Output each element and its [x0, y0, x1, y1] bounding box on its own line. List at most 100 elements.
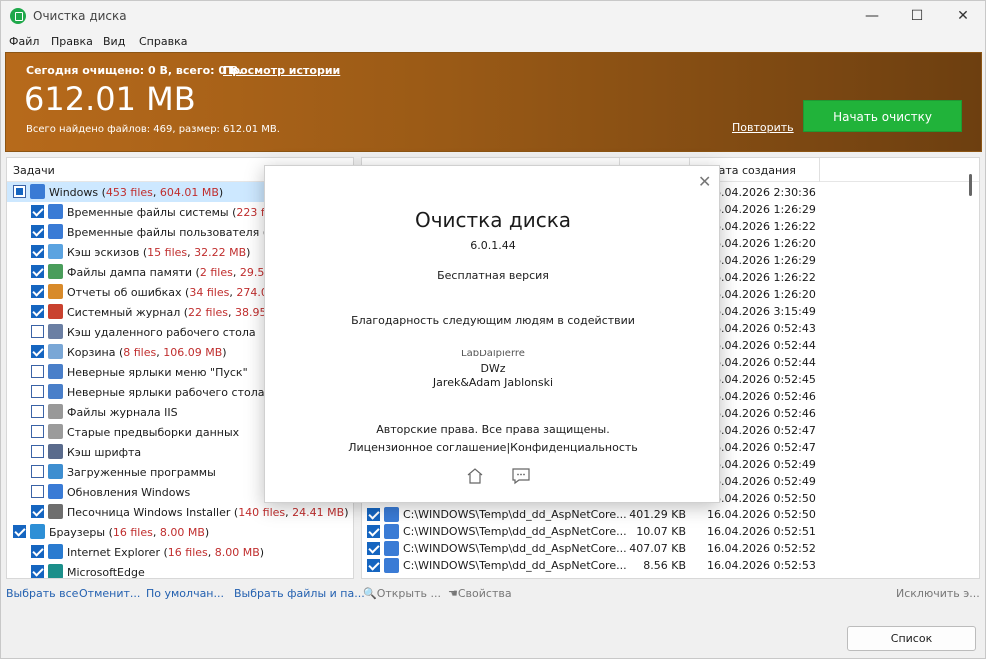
task-checkbox[interactable]: [13, 185, 26, 198]
task-item[interactable]: MicrosoftEdge: [7, 562, 353, 579]
task-label: Файлы дампа памяти (2 files, 29.50 MB): [67, 266, 296, 279]
task-label: Internet Explorer (16 files, 8.00 MB): [67, 546, 265, 559]
disk-cleanup-app-icon: [10, 8, 26, 24]
task-checkbox[interactable]: [31, 505, 44, 518]
task-label: Системный журнал (22 files, 38.95 MB): [67, 306, 291, 319]
task-label: Кэш удаленного рабочего стола: [67, 326, 256, 339]
windows-icon: [384, 507, 399, 522]
column-date-created[interactable]: Дата создания: [710, 164, 796, 177]
task-checkbox[interactable]: [31, 565, 44, 578]
task-checkbox[interactable]: [31, 265, 44, 278]
close-icon[interactable]: ✕: [940, 1, 985, 32]
task-label: Обновления Windows: [67, 486, 191, 499]
menu-view[interactable]: Вид: [103, 35, 125, 48]
task-checkbox[interactable]: [31, 325, 44, 338]
properties-button[interactable]: ☚Свойства: [448, 587, 512, 600]
file-size: 401.29 KB: [629, 508, 686, 521]
maximize-icon[interactable]: ☐: [894, 1, 940, 32]
shortcut-icon: [48, 364, 63, 379]
task-item[interactable]: Браузеры (16 files, 8.00 MB): [7, 522, 353, 542]
file-date: 16.04.2026 1:26:20: [707, 288, 816, 301]
file-date: 16.04.2026 0:52:46: [707, 407, 816, 420]
prefetch-icon: [48, 424, 63, 439]
file-checkbox[interactable]: [367, 559, 380, 572]
task-checkbox[interactable]: [31, 205, 44, 218]
minimize-icon[interactable]: —: [849, 1, 895, 32]
file-size: 10.07 KB: [636, 525, 686, 538]
task-checkbox[interactable]: [31, 225, 44, 238]
task-checkbox[interactable]: [31, 245, 44, 258]
found-files-text: Всего найдено файлов: 469, размер: 612.0…: [26, 124, 280, 135]
file-date: 16.04.2026 0:52:44: [707, 356, 816, 369]
menu-help[interactable]: Справка: [139, 35, 187, 48]
today-cleaned-text: Сегодня очищено: 0 В, всего: 0 В.: [26, 64, 243, 77]
about-copyright: Авторские права. Все права защищены.: [376, 423, 610, 436]
cancel-link[interactable]: Отменит...: [79, 587, 140, 600]
open-button[interactable]: 🔍Открыть ...: [363, 587, 441, 600]
file-row[interactable]: C:\WINDOWS\Temp\dd_dd_AspNetCore... 10.07…: [362, 523, 962, 540]
history-link[interactable]: Просмотр истории: [223, 64, 340, 77]
task-label: Песочница Windows Installer (140 files, …: [67, 506, 349, 519]
file-row[interactable]: C:\WINDOWS\Temp\dd_dd_AspNetCore... 8.56 …: [362, 557, 962, 574]
select-all-link[interactable]: Выбрать все: [6, 587, 78, 600]
task-label: MicrosoftEdge: [67, 566, 145, 579]
home-icon[interactable]: [465, 466, 485, 486]
file-row[interactable]: C:\WINDOWS\Temp\dd_dd_AspNetCore... 401.2…: [362, 506, 962, 523]
file-row[interactable]: C:\WINDOWS\Temp\dd_dd_AspNetCore... 407.0…: [362, 540, 962, 557]
column-separator[interactable]: [819, 158, 820, 182]
windows-icon: [48, 224, 63, 239]
repeat-link[interactable]: Повторить: [732, 121, 794, 134]
app-window: Очистка диска — ☐ ✕ Файл Правка Вид Спра…: [0, 0, 986, 659]
file-date: 16.04.2026 0:52:45: [707, 373, 816, 386]
windows-icon: [384, 541, 399, 556]
task-checkbox[interactable]: [31, 485, 44, 498]
file-path: C:\WINDOWS\Temp\dd_dd_AspNetCore...: [403, 542, 627, 555]
iis-log-icon: [48, 404, 63, 419]
about-close-icon[interactable]: ✕: [698, 172, 711, 191]
file-checkbox[interactable]: [367, 508, 380, 521]
windows-icon: [48, 204, 63, 219]
file-checkbox[interactable]: [367, 542, 380, 555]
license-link[interactable]: Лицензионное соглашение: [348, 441, 506, 454]
default-link[interactable]: По умолчан...: [146, 587, 224, 600]
globe-icon: [30, 524, 45, 539]
installer-icon: [48, 504, 63, 519]
task-checkbox[interactable]: [31, 465, 44, 478]
file-date: 16.04.2026 1:26:20: [707, 237, 816, 250]
menu-file[interactable]: Файл: [9, 35, 39, 48]
file-date: 16.04.2026 0:52:51: [707, 525, 816, 538]
vertical-scrollbar[interactable]: [969, 174, 972, 196]
task-checkbox[interactable]: [31, 285, 44, 298]
total-size: 612.01 MB: [24, 80, 196, 118]
chat-icon[interactable]: [511, 466, 531, 486]
ignore-list-button[interactable]: Список игнорирования: [847, 626, 976, 658]
task-checkbox[interactable]: [31, 405, 44, 418]
memory-icon: [48, 264, 63, 279]
start-cleanup-button[interactable]: Начать очистку: [803, 100, 962, 132]
menu-bar: Файл Правка Вид Справка: [1, 32, 985, 52]
file-date: 16.04.2026 0:52:53: [707, 559, 816, 572]
font-icon: [48, 444, 63, 459]
properties-label: Свойства: [457, 587, 512, 600]
summary-banner: Сегодня очищено: 0 В, всего: 0 В. Просмо…: [5, 52, 982, 152]
task-checkbox[interactable]: [13, 525, 26, 538]
task-item[interactable]: Песочница Windows Installer (140 files, …: [7, 502, 353, 522]
file-date: 16.04.2026 0:52:50: [707, 508, 816, 521]
task-checkbox[interactable]: [31, 425, 44, 438]
task-checkbox[interactable]: [31, 365, 44, 378]
task-checkbox[interactable]: [31, 545, 44, 558]
task-item[interactable]: Internet Explorer (16 files, 8.00 MB): [7, 542, 353, 562]
privacy-link[interactable]: Конфиденциальность: [510, 441, 638, 454]
file-checkbox[interactable]: [367, 525, 380, 538]
exclude-button[interactable]: Исключить э...: [896, 587, 980, 600]
file-date: 16.04.2026 1:26:29: [707, 203, 816, 216]
menu-edit[interactable]: Правка: [51, 35, 93, 48]
task-checkbox[interactable]: [31, 445, 44, 458]
task-checkbox[interactable]: [31, 345, 44, 358]
select-files-link[interactable]: Выбрать файлы и па...: [234, 587, 365, 600]
windows-icon: [384, 558, 399, 573]
task-label: Корзина (8 files, 106.09 MB): [67, 346, 227, 359]
task-checkbox[interactable]: [31, 305, 44, 318]
file-path: C:\WINDOWS\Temp\dd_dd_AspNetCore...: [403, 559, 627, 572]
task-checkbox[interactable]: [31, 385, 44, 398]
